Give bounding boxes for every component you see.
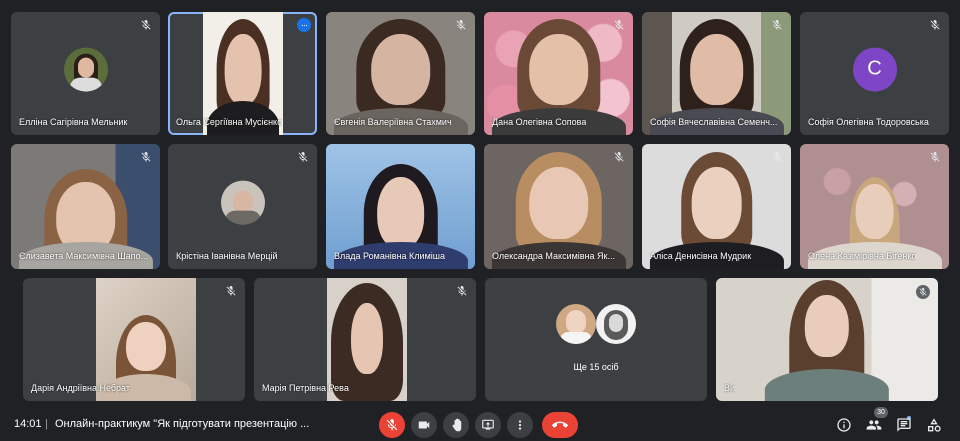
participant-name: Влада Романівна Климіша bbox=[334, 251, 445, 261]
meeting-title: Онлайн-практикум "Як підготувати презент… bbox=[55, 418, 310, 430]
participant-name: Євгенія Валеріївна Стахмич bbox=[334, 117, 452, 127]
leave-call-button[interactable] bbox=[542, 412, 578, 438]
participant-tile[interactable]: Аліса Денисівна Мудрик bbox=[642, 144, 791, 269]
participant-tile[interactable]: Елліна Сагірівна Мельник bbox=[11, 12, 160, 135]
participant-name: Марія Петрівна Рева bbox=[262, 383, 349, 393]
participant-name: Елліна Сагірівна Мельник bbox=[19, 117, 128, 127]
present-screen-icon bbox=[482, 419, 494, 430]
end-call-icon bbox=[552, 421, 568, 428]
more-participants-tile[interactable]: Ще 15 осіб bbox=[485, 278, 707, 401]
mic-off-icon bbox=[141, 20, 151, 30]
mic-off-icon bbox=[772, 152, 782, 162]
camera-icon bbox=[418, 421, 430, 429]
mic-off-icon bbox=[614, 20, 624, 30]
info-icon[interactable] bbox=[836, 417, 852, 433]
mic-off-icon bbox=[141, 152, 151, 162]
participant-name: Аліса Денисівна Мудрик bbox=[650, 251, 752, 261]
mic-off-icon bbox=[916, 285, 930, 299]
bottom-control-bar: 14:01 | Онлайн-практикум "Як підготувати… bbox=[0, 407, 960, 441]
participant-name: Єлизавета Максимівна Шапо... bbox=[19, 251, 149, 261]
more-vert-icon bbox=[518, 420, 522, 430]
mic-toggle-button[interactable] bbox=[379, 412, 405, 438]
camera-toggle-button[interactable] bbox=[411, 412, 437, 438]
raise-hand-button[interactable] bbox=[443, 412, 469, 438]
participant-tile[interactable]: Марія Петрівна Рева bbox=[254, 278, 476, 401]
participant-tile[interactable]: Дана Олегівна Сопова bbox=[484, 12, 633, 135]
participant-name: Ольга Сергіївна Мусієнко bbox=[176, 117, 283, 127]
mic-off-icon bbox=[298, 152, 308, 162]
participant-name: Дана Олегівна Сопова bbox=[492, 117, 587, 127]
mic-off-icon bbox=[457, 286, 467, 296]
participant-name: Дарія Андріївна Небрат bbox=[31, 383, 130, 393]
participant-tile[interactable]: Олександра Максимівна Як... bbox=[484, 144, 633, 269]
activities-icon[interactable] bbox=[926, 417, 942, 433]
participant-avatar bbox=[63, 47, 108, 92]
participant-avatar bbox=[220, 180, 265, 225]
separator: | bbox=[45, 418, 48, 430]
mic-off-icon bbox=[226, 286, 236, 296]
participant-tile[interactable]: Софія Вячеславівна Семенч... bbox=[642, 12, 791, 135]
mic-off-icon bbox=[930, 20, 940, 30]
present-screen-button[interactable] bbox=[475, 412, 501, 438]
mic-off-icon bbox=[456, 20, 466, 30]
chat-icon[interactable] bbox=[896, 417, 912, 433]
participant-name: Олександра Максимівна Як... bbox=[492, 251, 615, 261]
mic-off-icon bbox=[614, 152, 624, 162]
participant-tile[interactable]: Олена Казімірівна Бігенко bbox=[800, 144, 949, 269]
raise-hand-icon bbox=[452, 418, 462, 432]
participant-name: Олена Казімірівна Бігенко bbox=[808, 251, 917, 261]
participant-tile-active-speaker[interactable]: ··· Ольга Сергіївна Мусієнко bbox=[168, 12, 317, 135]
participant-avatar bbox=[556, 304, 596, 344]
participant-name: Ви bbox=[724, 383, 736, 393]
mic-off-icon bbox=[772, 20, 782, 30]
participant-tile[interactable]: Євгенія Валеріївна Стахмич bbox=[326, 12, 475, 135]
participant-tile[interactable]: Влада Романівна Климіша bbox=[326, 144, 475, 269]
participant-name: Софія Вячеславівна Семенч... bbox=[650, 117, 778, 127]
meeting-clock: 14:01 bbox=[14, 418, 42, 430]
participant-name: Софія Олегівна Тодоровська bbox=[808, 117, 929, 127]
more-options-icon[interactable]: ··· bbox=[297, 18, 311, 32]
participant-avatar: C bbox=[852, 47, 897, 92]
mic-off-icon bbox=[930, 152, 940, 162]
participant-tile[interactable]: Крістіна Іванівна Мерцій bbox=[168, 144, 317, 269]
more-people-label: Ще 15 осіб bbox=[573, 362, 619, 372]
participant-tile[interactable]: C Софія Олегівна Тодоровська bbox=[800, 12, 949, 135]
more-options-button[interactable] bbox=[507, 412, 533, 438]
participant-name: Крістіна Іванівна Мерцій bbox=[176, 251, 278, 261]
participant-avatar bbox=[596, 304, 636, 344]
participant-tile[interactable]: Дарія Андріївна Небрат bbox=[23, 278, 245, 401]
people-icon[interactable] bbox=[866, 417, 882, 433]
participant-tile[interactable]: Єлизавета Максимівна Шапо... bbox=[11, 144, 160, 269]
self-video bbox=[716, 278, 938, 401]
self-view-tile[interactable]: Ви bbox=[716, 278, 938, 401]
mic-off-icon bbox=[386, 419, 398, 431]
